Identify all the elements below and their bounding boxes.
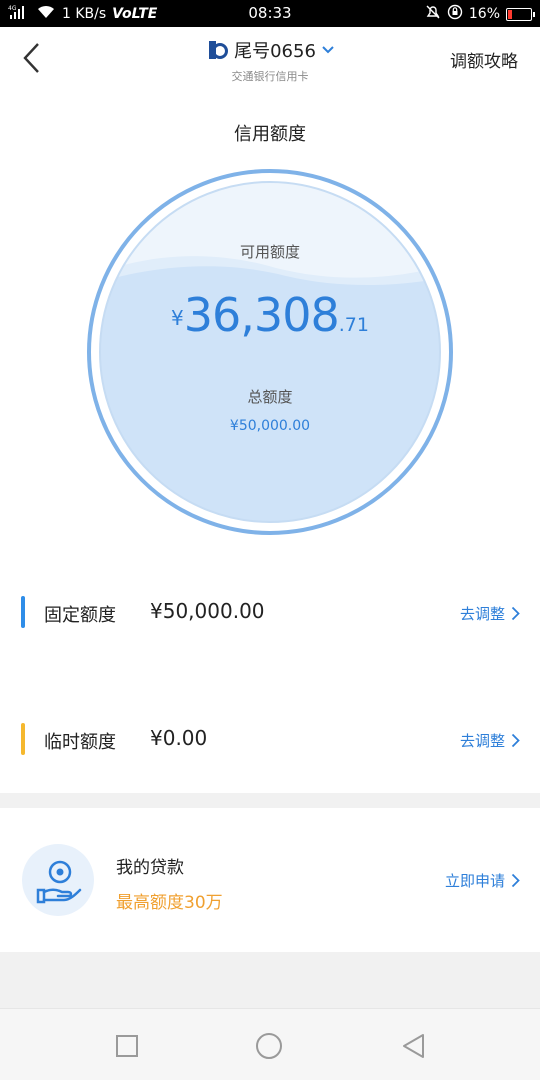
loan-icon xyxy=(22,844,94,916)
loan-title: 我的贷款 xyxy=(116,858,184,878)
mute-icon xyxy=(425,4,441,24)
fixed-limit-value: ¥50,000.00 xyxy=(150,599,265,623)
app-header: 尾号0656 交通银行信用卡 调额攻略 xyxy=(0,27,540,91)
system-nav-bar xyxy=(0,1008,540,1080)
available-limit-amount: ¥36,308.71 xyxy=(0,288,540,342)
limit-strategy-link[interactable]: 调额攻略 xyxy=(450,47,518,72)
currency-symbol: ¥ xyxy=(171,306,184,330)
chevron-right-icon xyxy=(511,606,520,621)
chevron-right-icon xyxy=(511,733,520,748)
bank-logo-icon xyxy=(209,41,229,59)
temporary-limit-row: 临时额度 ¥0.00 去调整 xyxy=(0,723,540,763)
page-title: 信用额度 xyxy=(234,124,306,145)
available-integer: 36,308 xyxy=(183,288,340,342)
chevron-right-icon xyxy=(511,873,520,888)
card-name: 尾号0656 xyxy=(234,41,316,62)
fixed-limit-adjust-label: 去调整 xyxy=(459,605,505,623)
available-limit-label: 可用额度 xyxy=(239,243,300,261)
chevron-down-icon xyxy=(322,46,334,54)
total-limit-label: 总额度 xyxy=(247,388,293,406)
temporary-limit-adjust-label: 去调整 xyxy=(459,732,505,750)
apply-now-button[interactable]: 立即申请 xyxy=(445,870,520,891)
fixed-limit-label: 固定额度 xyxy=(44,605,116,626)
available-decimal: .71 xyxy=(338,314,369,336)
bottom-spacer xyxy=(0,952,540,1008)
rotation-lock-icon xyxy=(447,4,463,24)
loan-max-amount: 最高额度30万 xyxy=(116,893,223,913)
back-nav-button[interactable] xyxy=(398,1031,428,1061)
recent-apps-button[interactable] xyxy=(111,1031,141,1061)
temporary-limit-label: 临时额度 xyxy=(44,732,116,753)
square-icon xyxy=(116,1035,138,1057)
battery-icon xyxy=(506,7,535,21)
circle-icon xyxy=(256,1033,282,1059)
battery-percent: 16% xyxy=(468,6,500,22)
apply-now-label: 立即申请 xyxy=(444,872,505,890)
home-button[interactable] xyxy=(254,1031,284,1061)
fixed-limit-row: 固定额度 ¥50,000.00 去调整 xyxy=(0,596,540,636)
triangle-back-icon xyxy=(403,1034,424,1058)
section-divider xyxy=(0,793,540,808)
fixed-limit-indicator xyxy=(21,596,25,628)
temporary-limit-value: ¥0.00 xyxy=(150,726,208,750)
status-bar: 4G 1 KB/s VoLTE 08:33 16% xyxy=(0,0,540,27)
credit-gauge xyxy=(87,169,453,535)
total-limit-amount: ¥50,000.00 xyxy=(229,418,311,434)
loan-card[interactable]: 我的贷款 最高额度30万 立即申请 xyxy=(0,808,540,952)
temporary-limit-adjust-button[interactable]: 去调整 xyxy=(460,730,520,751)
temporary-limit-indicator xyxy=(21,723,25,755)
fixed-limit-adjust-button[interactable]: 去调整 xyxy=(460,603,520,624)
